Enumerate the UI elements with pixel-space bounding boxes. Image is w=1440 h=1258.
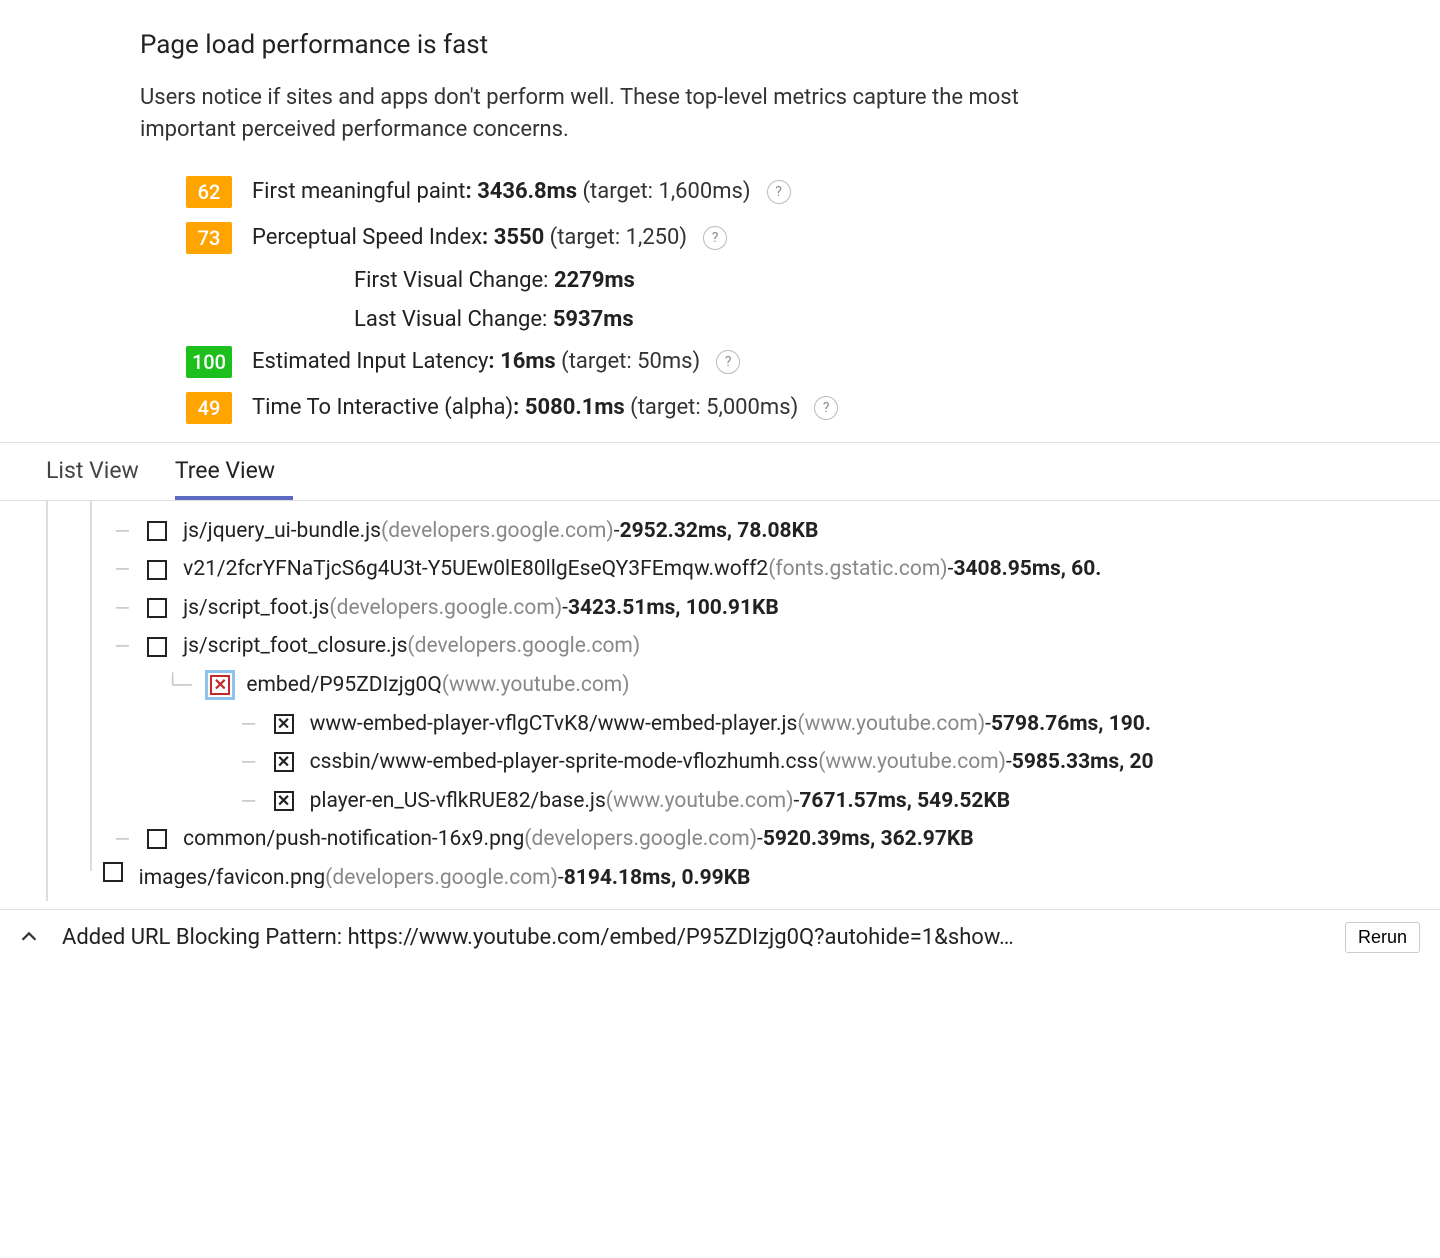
help-icon[interactable]: ? bbox=[703, 226, 727, 250]
metric-eil[interactable]: 100 Estimated Input Latency: 16ms (targe… bbox=[186, 346, 1440, 378]
score-badge: 49 bbox=[186, 392, 232, 424]
resource-path: js/jquery_ui-bundle.js bbox=[183, 515, 381, 548]
page-title: Page load performance is fast bbox=[140, 30, 1440, 60]
block-checkbox[interactable] bbox=[210, 675, 230, 695]
tree-view-panel: ─ js/jquery_ui-bundle.js (developers.goo… bbox=[0, 501, 1440, 901]
block-checkbox[interactable] bbox=[147, 598, 167, 618]
resource-host: (developers.google.com) bbox=[329, 592, 562, 625]
block-checkbox[interactable] bbox=[147, 637, 167, 657]
resource-path: v21/2fcrYFNaTjcS6g4U3t-Y5UEw0lE80llgEseQ… bbox=[183, 553, 768, 586]
resource-host: (www.youtube.com) bbox=[442, 669, 630, 702]
chevron-up-icon[interactable] bbox=[18, 926, 40, 948]
tree-row[interactable]: ─ www-embed-player-vflgCTvK8/www-embed-p… bbox=[40, 708, 1440, 741]
resource-path: js/script_foot.js bbox=[183, 592, 329, 625]
block-checkbox[interactable] bbox=[147, 829, 167, 849]
sub-metric-first-visual: First Visual Change: 2279ms bbox=[354, 268, 1440, 293]
block-checkbox[interactable] bbox=[274, 791, 294, 811]
resource-timing: 5920.39ms, 362.97KB bbox=[763, 823, 974, 856]
resource-path: player-en_US-vflkRUE82/base.js bbox=[310, 785, 606, 818]
metrics-list: 62 First meaningful paint: 3436.8ms (tar… bbox=[140, 176, 1440, 424]
tree-row[interactable]: ─ common/push-notification-16x9.png (dev… bbox=[40, 823, 1440, 856]
resource-timing: 7671.57ms, 549.52KB bbox=[799, 785, 1010, 818]
sub-metric-last-visual: Last Visual Change: 5937ms bbox=[354, 307, 1440, 332]
resource-host: (www.youtube.com) bbox=[606, 785, 794, 818]
tree-row[interactable]: ─ cssbin/www-embed-player-sprite-mode-vf… bbox=[40, 746, 1440, 779]
metric-label: Perceptual Speed Index: 3550 (target: 1,… bbox=[252, 225, 687, 250]
page-subtitle: Users notice if sites and apps don't per… bbox=[140, 82, 1110, 146]
metric-label: First meaningful paint: 3436.8ms (target… bbox=[252, 179, 751, 204]
block-checkbox[interactable] bbox=[103, 862, 123, 882]
resource-host: (fonts.gstatic.com) bbox=[768, 553, 947, 586]
metric-label: Time To Interactive (alpha): 5080.1ms (t… bbox=[252, 395, 798, 420]
resource-host: (www.youtube.com) bbox=[818, 746, 1006, 779]
tree-connector: └─ bbox=[40, 669, 204, 702]
tabs-bar: List View Tree View bbox=[0, 442, 1440, 501]
resource-timing: 3423.51ms, 100.91KB bbox=[568, 592, 779, 625]
tab-list-view[interactable]: List View bbox=[46, 443, 157, 500]
resource-timing: 5985.33ms, 20 bbox=[1012, 746, 1154, 779]
resource-host: (developers.google.com) bbox=[407, 630, 640, 663]
metric-psi[interactable]: 73 Perceptual Speed Index: 3550 (target:… bbox=[186, 222, 1440, 254]
score-badge: 62 bbox=[186, 176, 232, 208]
resource-path: js/script_foot_closure.js bbox=[183, 630, 407, 663]
tree-row[interactable]: ─ js/script_foot.js (developers.google.c… bbox=[40, 592, 1440, 625]
resource-path: cssbin/www-embed-player-sprite-mode-vflo… bbox=[310, 746, 819, 779]
tree-connector-line bbox=[46, 501, 50, 901]
tree-row[interactable]: ─ v21/2fcrYFNaTjcS6g4U3t-Y5UEw0lE80llgEs… bbox=[40, 553, 1440, 586]
resource-host: (developers.google.com) bbox=[381, 515, 614, 548]
resource-host: (developers.google.com) bbox=[524, 823, 757, 856]
status-text: Added URL Blocking Pattern: https://www.… bbox=[62, 925, 1337, 950]
block-checkbox[interactable] bbox=[147, 560, 167, 580]
resource-host: (developers.google.com) bbox=[325, 862, 558, 888]
resource-host: (www.youtube.com) bbox=[797, 708, 985, 741]
tree-row[interactable]: └─ embed/P95ZDIzjg0Q (www.youtube.com) bbox=[40, 669, 1440, 702]
block-checkbox[interactable] bbox=[147, 521, 167, 541]
resource-timing: 3408.95ms, 60. bbox=[953, 553, 1101, 586]
help-icon[interactable]: ? bbox=[814, 396, 838, 420]
resource-timing: 8194.18ms, 0.99KB bbox=[564, 862, 751, 888]
tree-row[interactable]: ─ js/jquery_ui-bundle.js (developers.goo… bbox=[40, 515, 1440, 548]
metric-label: Estimated Input Latency: 16ms (target: 5… bbox=[252, 349, 700, 374]
metric-tti[interactable]: 49 Time To Interactive (alpha): 5080.1ms… bbox=[186, 392, 1440, 424]
tab-tree-view[interactable]: Tree View bbox=[175, 443, 293, 500]
tree-row[interactable]: images/favicon.png (developers.google.co… bbox=[40, 862, 1440, 888]
resource-path: common/push-notification-16x9.png bbox=[183, 823, 524, 856]
tree-connector: ─ bbox=[40, 785, 268, 818]
block-checkbox[interactable] bbox=[274, 752, 294, 772]
resource-timing: 5798.76ms, 190. bbox=[991, 708, 1151, 741]
resource-timing: 2952.32ms, 78.08KB bbox=[620, 515, 819, 548]
help-icon[interactable]: ? bbox=[716, 350, 740, 374]
status-bar: Added URL Blocking Pattern: https://www.… bbox=[0, 909, 1440, 965]
tree-connector: ─ bbox=[40, 708, 268, 741]
score-badge: 73 bbox=[186, 222, 232, 254]
score-badge: 100 bbox=[186, 346, 232, 378]
tree-row[interactable]: ─ player-en_US-vflkRUE82/base.js (www.yo… bbox=[40, 785, 1440, 818]
tree-connector: ─ bbox=[40, 746, 268, 779]
resource-path: embed/P95ZDIzjg0Q bbox=[246, 669, 441, 702]
tree-row[interactable]: ─ js/script_foot_closure.js (developers.… bbox=[40, 630, 1440, 663]
help-icon[interactable]: ? bbox=[767, 180, 791, 204]
resource-path: images/favicon.png bbox=[139, 862, 326, 888]
resource-path: www-embed-player-vflgCTvK8/www-embed-pla… bbox=[310, 708, 798, 741]
rerun-button[interactable]: Rerun bbox=[1345, 922, 1420, 953]
block-checkbox[interactable] bbox=[274, 714, 294, 734]
tree-connector-line bbox=[90, 501, 94, 871]
metric-fmp[interactable]: 62 First meaningful paint: 3436.8ms (tar… bbox=[186, 176, 1440, 208]
